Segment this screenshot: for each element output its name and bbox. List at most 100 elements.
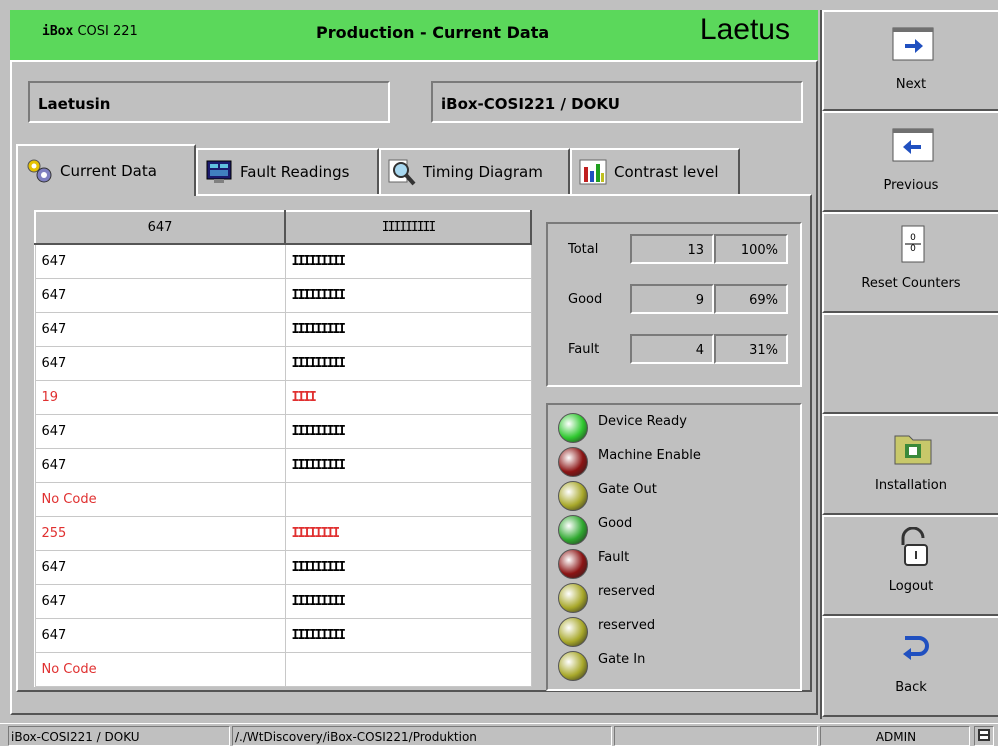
code-cell: 647 xyxy=(34,277,286,313)
installation-button[interactable]: Installation xyxy=(822,414,998,515)
current-data-table: 647 IIIIIIIII 647 IIIIIIIII 647 IIIIIIIII 64… xyxy=(34,210,532,687)
lamp-label: Gate Out xyxy=(598,482,657,497)
table-row[interactable]: 647 IIIIIIIII xyxy=(34,447,532,483)
lamp-indicator-icon xyxy=(558,617,588,647)
tab-label: Timing Diagram xyxy=(423,163,543,181)
empty-button xyxy=(822,313,998,414)
code-cell: 647 xyxy=(34,243,286,279)
barcode-cell: IIIIIIIII xyxy=(284,617,532,653)
lamp-indicator-icon xyxy=(558,413,588,443)
counter-total: Total 13 100% xyxy=(548,234,800,264)
status-device: iBox-COSI221 / DOKU xyxy=(8,726,230,746)
keyboard-icon xyxy=(974,726,994,746)
table-row[interactable]: 647 IIIIIIIII xyxy=(34,413,532,449)
status-lamp: Machine Enable xyxy=(558,445,798,479)
gears-icon xyxy=(27,159,52,183)
table-row[interactable]: No Code xyxy=(34,481,532,517)
table-row[interactable]: 647 IIIIIIIII xyxy=(34,277,532,313)
tab-timing-diagram[interactable]: Timing Diagram xyxy=(379,148,570,194)
lamp-label: Fault xyxy=(598,550,630,565)
code-cell: No Code xyxy=(34,481,286,517)
table-row[interactable]: 647 IIIIIIIII xyxy=(34,311,532,347)
status-lamp: Gate Out xyxy=(558,479,798,513)
barcode-cell xyxy=(284,481,532,517)
device-field: iBox-COSI221 / DOKU xyxy=(431,81,803,123)
status-lamp: Device Ready xyxy=(558,411,798,445)
button-label: Installation xyxy=(874,478,947,493)
button-label: Logout xyxy=(888,579,934,594)
previous-arrow-icon xyxy=(892,128,934,162)
magnifier-icon xyxy=(388,159,416,186)
counter-percent: 100% xyxy=(714,234,788,264)
reset-counters-button[interactable]: 0 0 Reset Counters xyxy=(822,212,998,313)
counter-value: 4 xyxy=(630,334,714,364)
counter-fault: Fault 4 31% xyxy=(548,334,800,364)
status-lamp: Fault xyxy=(558,547,798,581)
tab-contrast-level[interactable]: Contrast level xyxy=(570,148,740,194)
button-label: Next xyxy=(895,77,927,92)
status-lamp: Gate In xyxy=(558,649,798,683)
table-row[interactable]: 647 IIIIIIIII xyxy=(34,243,532,279)
barcode-cell: IIII xyxy=(284,379,532,415)
counters-panel: Total 13 100% Good 9 69% Fault 4 31% xyxy=(546,222,802,387)
page-title: Production - Current Data xyxy=(316,23,550,42)
status-path: /./WtDiscovery/iBox-COSI221/Produktion xyxy=(232,726,612,746)
barcode-cell: IIIIIIIII xyxy=(284,583,532,619)
main-panel: Laetusin iBox-COSI221 / DOKU Current Dat… xyxy=(10,60,818,715)
lamp-label: Machine Enable xyxy=(598,448,701,463)
previous-button[interactable]: Previous xyxy=(822,111,998,212)
button-label: Reset Counters xyxy=(861,276,961,291)
barcode-cell: IIIIIIIII xyxy=(284,311,532,347)
status-lamp: reserved xyxy=(558,581,798,615)
code-cell: 647 xyxy=(34,583,286,619)
padlock-icon xyxy=(901,527,928,566)
barcode-cell: IIIIIIIII xyxy=(284,549,532,585)
table-row[interactable]: 647 IIIIIIIII xyxy=(34,345,532,381)
code-cell: 647 xyxy=(34,617,286,653)
counter-percent: 31% xyxy=(714,334,788,364)
tab-label: Contrast level xyxy=(614,163,719,181)
table-row[interactable]: 647 IIIIIIIII xyxy=(34,617,532,653)
table-row[interactable]: 255 IIIIIIII xyxy=(34,515,532,551)
table-row[interactable]: No Code xyxy=(34,651,532,687)
status-lamps-panel: Device Ready Machine Enable Gate Out Good Fa… xyxy=(546,403,802,691)
logout-button[interactable]: Logout xyxy=(822,515,998,616)
code-cell: 255 xyxy=(34,515,286,551)
installation-folder-icon xyxy=(894,435,932,465)
barcode-cell: IIIIIIIII xyxy=(284,345,532,381)
column-header-code[interactable]: 647 xyxy=(34,210,286,245)
lamp-indicator-icon xyxy=(558,583,588,613)
tab-fault-readings[interactable]: Fault Readings xyxy=(196,148,379,194)
tab-current-data[interactable]: Current Data xyxy=(16,144,196,196)
code-cell: 19 xyxy=(34,379,286,415)
barcode-cell: IIIIIIII xyxy=(284,515,532,551)
svg-text:0: 0 xyxy=(910,233,916,243)
svg-text:0: 0 xyxy=(910,244,916,254)
counter-label: Good xyxy=(568,292,603,307)
next-button[interactable]: Next xyxy=(822,10,998,111)
code-cell: No Code xyxy=(34,651,286,687)
table-row[interactable]: 647 IIIIIIIII xyxy=(34,583,532,619)
button-label: Back xyxy=(895,680,927,695)
tab-label: Fault Readings xyxy=(240,163,350,181)
next-arrow-icon xyxy=(892,27,934,61)
status-lamp: reserved xyxy=(558,615,798,649)
lamp-label: Good xyxy=(598,516,633,531)
code-cell: 647 xyxy=(34,447,286,483)
lamp-label: reserved xyxy=(598,618,656,633)
bar-chart-icon xyxy=(579,159,607,185)
status-bar: iBox-COSI221 / DOKU /./WtDiscovery/iBox-… xyxy=(0,723,998,746)
back-button[interactable]: Back xyxy=(822,616,998,717)
back-arrow-icon xyxy=(903,636,929,660)
lamp-label: reserved xyxy=(598,584,656,599)
table-row[interactable]: 647 IIIIIIIII xyxy=(34,549,532,585)
lamp-indicator-icon xyxy=(558,651,588,681)
table-row[interactable]: 19 IIII xyxy=(34,379,532,415)
counter-label: Fault xyxy=(568,342,600,357)
brand-logo: Laetus xyxy=(699,13,790,46)
code-cell: 647 xyxy=(34,549,286,585)
lamp-indicator-icon xyxy=(558,447,588,477)
column-header-barcode[interactable]: IIIIIIIII xyxy=(284,210,532,245)
counter-value: 13 xyxy=(630,234,714,264)
lamp-indicator-icon xyxy=(558,515,588,545)
